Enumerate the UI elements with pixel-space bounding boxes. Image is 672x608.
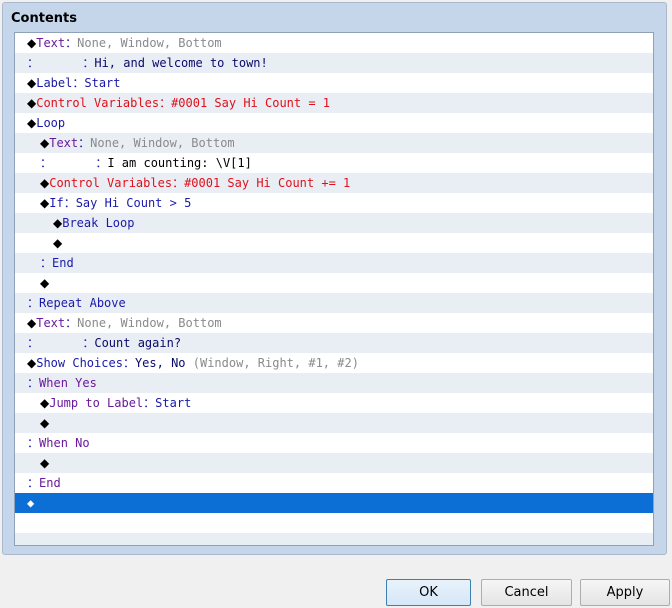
command-text: ：	[172, 176, 185, 190]
command-text: Text	[49, 136, 79, 150]
command-text: End	[39, 476, 61, 490]
command-text: Start	[84, 76, 121, 90]
command-text: If	[49, 196, 64, 210]
event-command-list[interactable]: ◆Text：None, Window, Bottom： ：Hi, and wel…	[14, 32, 654, 546]
command-text: When Yes	[39, 376, 97, 390]
command-text: #0001 Say Hi Count = 1	[171, 96, 331, 110]
command-text: ：	[143, 396, 156, 410]
command-text: ：	[78, 136, 91, 150]
command-diamond-icon: ◆	[40, 176, 50, 190]
command-text: Say Hi Count > 5	[75, 196, 192, 210]
command-text: ：	[72, 76, 85, 90]
list-item-selected[interactable]: ◆	[15, 493, 653, 513]
command-text: Control Variables	[36, 96, 160, 110]
command-text: I am counting: \V[1]	[107, 156, 252, 170]
list-item[interactable]: ◆Control Variables：#0001 Say Hi Count +=…	[15, 173, 653, 193]
list-item[interactable]: ：Repeat Above	[15, 293, 653, 313]
command-text: None, Window, Bottom	[90, 136, 235, 150]
command-text: Loop	[36, 116, 66, 130]
command-text: ：	[63, 196, 76, 210]
list-item[interactable]: ： ：Count again?	[15, 333, 653, 353]
command-text: End	[52, 256, 74, 270]
command-text: ：	[27, 436, 40, 450]
group-title: Contents	[11, 11, 77, 26]
command-text: ： ：	[40, 156, 108, 170]
command-text: None, Window, Bottom	[77, 36, 222, 50]
command-text: None, Window, Bottom	[77, 316, 222, 330]
command-text: ： ：	[27, 336, 95, 350]
command-text: ：	[159, 96, 172, 110]
list-item[interactable]: ◆	[15, 413, 653, 433]
list-item[interactable]	[15, 533, 653, 545]
list-item[interactable]: ◆Text：None, Window, Bottom	[15, 33, 653, 53]
list-item[interactable]	[15, 513, 653, 533]
command-text: Break Loop	[62, 216, 135, 230]
command-diamond-icon: ◆	[40, 456, 50, 470]
list-item[interactable]: ◆	[15, 233, 653, 253]
command-text: (Window, Right, #1, #2)	[185, 356, 359, 370]
contents-group: Contents ◆Text：None, Window, Bottom： ：Hi…	[2, 2, 667, 555]
command-text: ：	[65, 316, 78, 330]
command-text: Label	[36, 76, 73, 90]
command-diamond-icon: ◆	[53, 216, 63, 230]
command-text: #0001 Say Hi Count += 1	[184, 176, 351, 190]
list-item[interactable]: ： ：I am counting: \V[1]	[15, 153, 653, 173]
list-item[interactable]: ◆Jump to Label：Start	[15, 393, 653, 413]
command-text: ：	[40, 256, 53, 270]
command-text: ：	[122, 356, 135, 370]
command-text: Repeat Above	[39, 296, 126, 310]
command-diamond-icon: ◆	[27, 356, 37, 370]
command-text: ：	[27, 296, 40, 310]
list-item[interactable]: ◆Text：None, Window, Bottom	[15, 313, 653, 333]
list-item[interactable]: ◆Text：None, Window, Bottom	[15, 133, 653, 153]
list-item[interactable]: ◆If：Say Hi Count > 5	[15, 193, 653, 213]
command-text: Show Choices	[36, 356, 123, 370]
list-item[interactable]: ◆Label：Start	[15, 73, 653, 93]
command-text: ：	[27, 476, 40, 490]
command-diamond-icon: ◆	[40, 416, 50, 430]
command-diamond-icon: ◆	[27, 116, 37, 130]
command-text: Count again?	[94, 336, 182, 350]
command-diamond-icon: ◆	[40, 396, 50, 410]
list-item[interactable]: ◆	[15, 273, 653, 293]
command-diamond-icon: ◆	[27, 96, 37, 110]
list-item[interactable]: ：When No	[15, 433, 653, 453]
command-text: Jump to Label	[49, 396, 144, 410]
command-text: Control Variables	[49, 176, 173, 190]
command-text: Text	[36, 36, 66, 50]
list-item[interactable]: ：When Yes	[15, 373, 653, 393]
command-diamond-icon: ◆	[27, 36, 37, 50]
command-diamond-icon: ◆	[40, 136, 50, 150]
list-item[interactable]: ◆Break Loop	[15, 213, 653, 233]
command-text: ： ：	[27, 56, 95, 70]
command-text: Text	[36, 316, 66, 330]
cancel-button[interactable]: Cancel	[481, 579, 572, 606]
list-item[interactable]: ◆Show Choices：Yes, No (Window, Right, #1…	[15, 353, 653, 373]
command-diamond-icon: ◆	[40, 276, 50, 290]
command-diamond-icon: ◆	[40, 196, 50, 210]
list-item[interactable]: ◆Loop	[15, 113, 653, 133]
apply-button[interactable]: Apply	[580, 579, 670, 606]
command-text: ：	[27, 376, 40, 390]
ok-button[interactable]: OK	[386, 579, 471, 606]
list-item[interactable]: ： ：Hi, and welcome to town!	[15, 53, 653, 73]
list-item[interactable]: ◆	[15, 453, 653, 473]
command-diamond-icon: ◆	[53, 236, 63, 250]
command-text: Hi, and welcome to town!	[94, 56, 268, 70]
list-item[interactable]: ：End	[15, 253, 653, 273]
command-text: ：	[65, 36, 78, 50]
command-text: Yes, No	[134, 356, 186, 370]
command-diamond-icon: ◆	[27, 496, 35, 510]
command-diamond-icon: ◆	[27, 316, 37, 330]
command-text: Start	[155, 396, 192, 410]
command-diamond-icon: ◆	[27, 76, 37, 90]
list-item[interactable]: ◆Control Variables：#0001 Say Hi Count = …	[15, 93, 653, 113]
command-text: When No	[39, 436, 90, 450]
list-item[interactable]: ：End	[15, 473, 653, 493]
